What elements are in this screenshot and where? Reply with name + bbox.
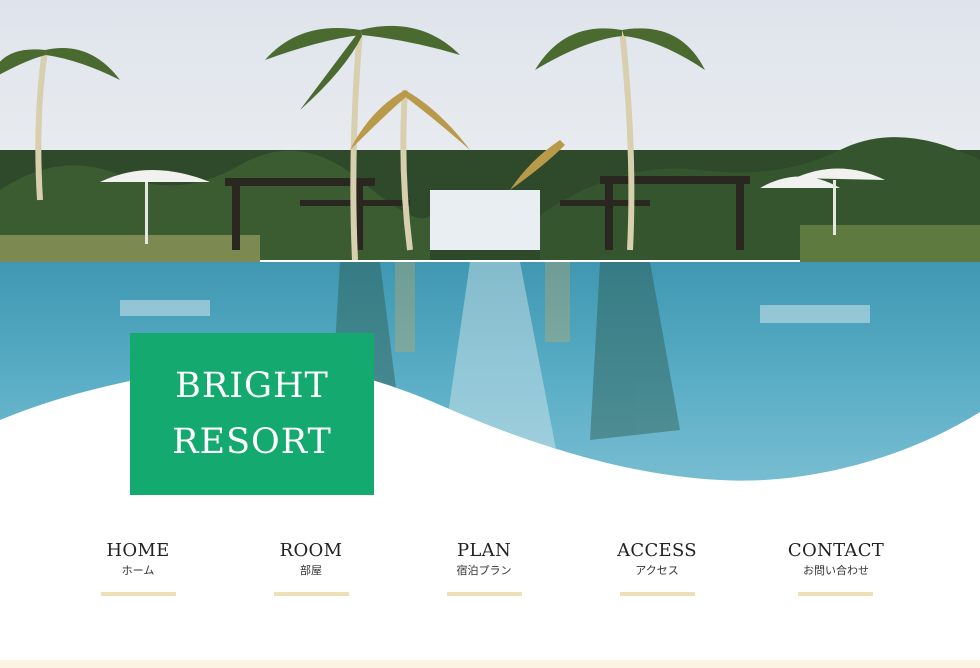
nav-underline-room: [274, 592, 349, 596]
nav-item-label: HOME: [106, 540, 170, 561]
logo-line-1: BRIGHT: [175, 366, 329, 406]
nav-underline-home: [101, 592, 176, 596]
nav-item-label: PLAN: [456, 540, 511, 561]
nav-item-access[interactable]: ACCESS アクセス: [577, 540, 737, 579]
main-navigation: HOME ホーム ROOM 部屋 PLAN 宿泊プラン ACCESS アクセス …: [0, 540, 980, 610]
logo-line-2: RESORT: [172, 422, 332, 462]
nav-item-label: ROOM: [279, 540, 343, 561]
nav-item-contact[interactable]: CONTACT お問い合わせ: [756, 540, 916, 579]
nav-item-sublabel: 宿泊プラン: [456, 564, 512, 577]
nav-underline-access: [620, 592, 695, 596]
nav-item-sublabel: ホーム: [121, 564, 155, 577]
nav-item-sublabel: 部屋: [300, 564, 322, 577]
nav-item-label: ACCESS: [617, 540, 697, 561]
nav-underline-contact: [798, 592, 873, 596]
nav-underline-plan: [447, 592, 522, 596]
nav-item-sublabel: お問い合わせ: [803, 564, 869, 577]
nav-item-room[interactable]: ROOM 部屋: [231, 540, 391, 579]
footer-strip: [0, 660, 980, 668]
nav-item-plan[interactable]: PLAN 宿泊プラン: [404, 540, 564, 579]
nav-item-label: CONTACT: [787, 540, 885, 561]
site-logo[interactable]: BRIGHT RESORT: [130, 333, 374, 495]
nav-item-home[interactable]: HOME ホーム: [58, 540, 218, 579]
nav-item-sublabel: アクセス: [635, 564, 679, 577]
